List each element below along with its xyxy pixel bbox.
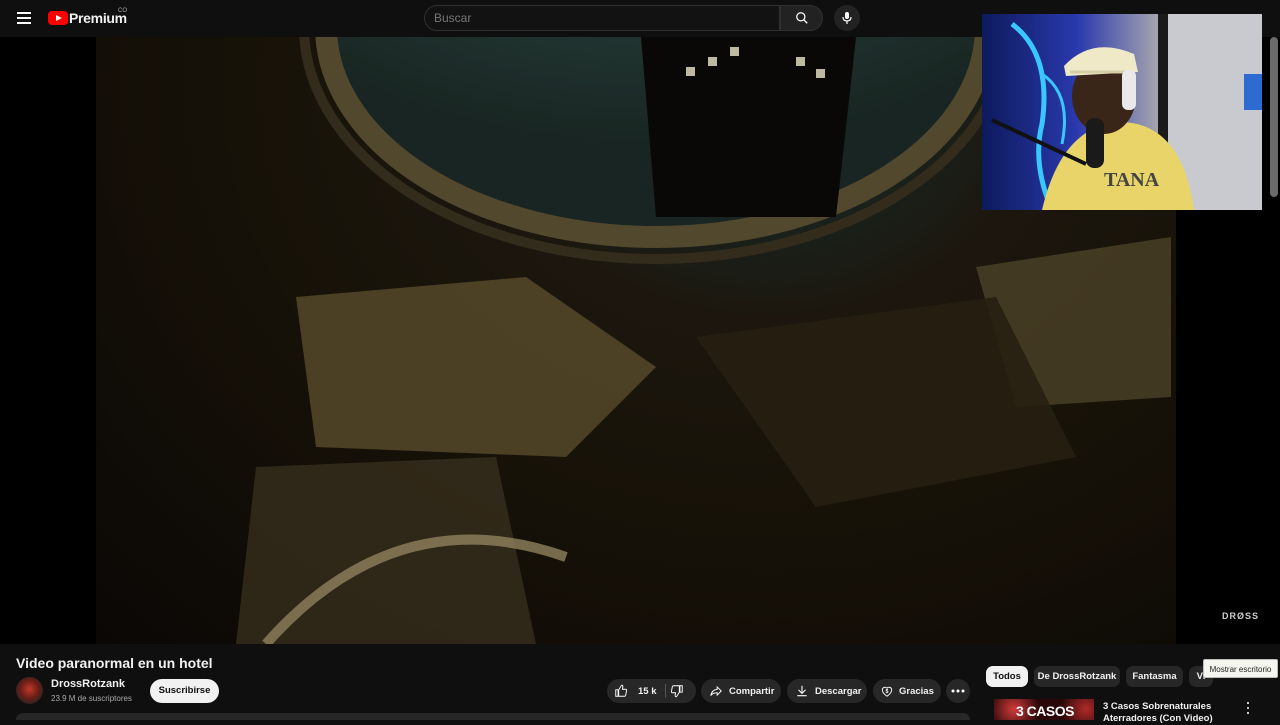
share-button[interactable]: Compartir xyxy=(701,679,781,703)
search-button[interactable] xyxy=(780,5,823,31)
search-icon xyxy=(796,12,808,24)
share-label: Compartir xyxy=(729,685,775,697)
like-count: 15 k xyxy=(638,685,657,697)
dislike-button[interactable] xyxy=(670,679,684,703)
thumbs-down-icon xyxy=(670,685,683,698)
show-desktop-tooltip: Mostrar escritorio xyxy=(1203,659,1278,678)
webcam-person-image: TANA xyxy=(991,14,1262,210)
recommendation-thumbnail[interactable]: 3 CASOS xyxy=(994,699,1094,720)
svg-text:$: $ xyxy=(886,689,889,695)
logo-country-code: CO xyxy=(118,8,127,14)
subscribe-button[interactable]: Suscribirse xyxy=(150,679,219,703)
subscriber-count: 23.9 M de suscriptores xyxy=(51,694,132,703)
chip-from-channel[interactable]: De DrossRotzank xyxy=(1034,666,1120,687)
microphone-icon xyxy=(842,12,852,24)
search-input[interactable] xyxy=(424,5,780,31)
webcam-overlay: TANA xyxy=(982,14,1262,210)
menu-icon[interactable] xyxy=(14,8,34,28)
svg-text:TANA: TANA xyxy=(1104,169,1160,191)
more-horizontal-icon xyxy=(951,689,965,693)
download-button[interactable]: Descargar xyxy=(787,679,867,703)
download-icon xyxy=(797,685,807,697)
share-icon xyxy=(710,685,722,697)
channel-avatar[interactable] xyxy=(16,677,43,704)
thanks-label: Gracias xyxy=(899,685,934,697)
chip-all[interactable]: Todos xyxy=(986,666,1028,687)
super-thanks-icon: $ xyxy=(881,686,893,697)
like-button[interactable]: 15 k xyxy=(614,679,657,703)
youtube-play-icon xyxy=(48,11,68,25)
recommendation-menu-icon[interactable] xyxy=(1243,700,1253,716)
voice-search-button[interactable] xyxy=(834,5,860,31)
channel-watermark[interactable]: DRØSS xyxy=(1222,611,1259,621)
video-title: Video paranormal en un hotel xyxy=(16,655,213,671)
scrollbar-thumb[interactable] xyxy=(1270,37,1278,197)
description-box[interactable] xyxy=(16,713,970,720)
recommendation-title[interactable]: 3 Casos Sobrenaturales Aterradores (Con … xyxy=(1103,701,1228,725)
like-divider xyxy=(665,684,666,698)
thumbnail-text: 3 CASOS xyxy=(1016,703,1074,719)
download-label: Descargar xyxy=(815,685,862,697)
youtube-premium-logo[interactable]: Premium xyxy=(48,10,127,26)
more-actions-button[interactable] xyxy=(946,679,970,703)
like-dislike-group: 15 k xyxy=(607,679,696,703)
thumbs-up-icon xyxy=(615,684,628,697)
thanks-button[interactable]: $ Gracias xyxy=(873,679,941,703)
channel-name[interactable]: DrossRotzank xyxy=(51,678,125,690)
chip-ghost[interactable]: Fantasma xyxy=(1126,666,1183,687)
